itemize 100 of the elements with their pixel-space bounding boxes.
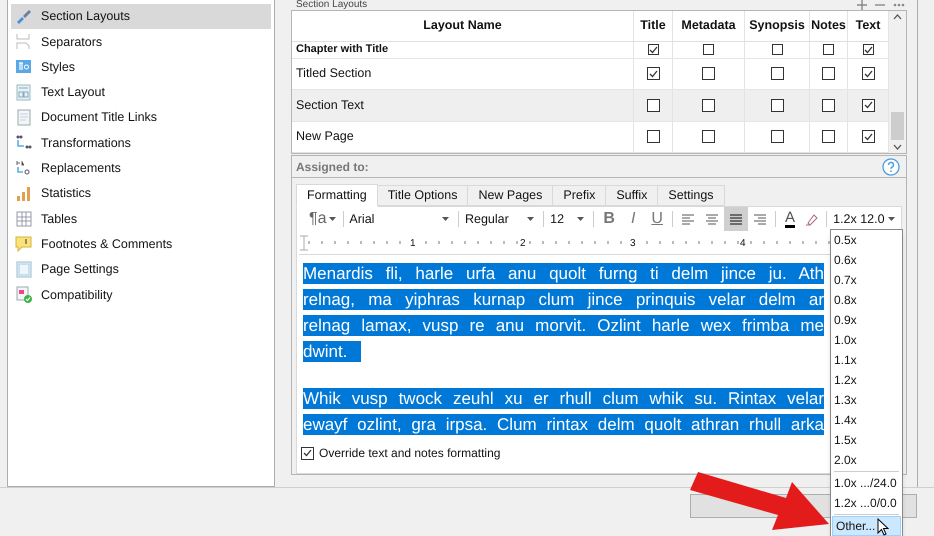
column-header[interactable]: Metadata <box>673 11 745 41</box>
checkbox[interactable] <box>646 98 660 112</box>
menu-item[interactable]: 1.0x <box>831 330 902 350</box>
checkmark-icon <box>864 101 872 110</box>
layout-name[interactable]: Chapter with Title <box>292 42 634 58</box>
sidebar-item[interactable]: Document Title Links <box>11 105 271 130</box>
checkbox[interactable] <box>772 44 782 56</box>
checkbox[interactable] <box>862 98 874 112</box>
underline-button[interactable]: U <box>645 207 670 231</box>
checkbox[interactable] <box>301 446 314 460</box>
menu-item[interactable]: 1.4x <box>831 410 902 430</box>
align-justify-icon <box>728 212 744 226</box>
menu-item[interactable]: Other... <box>832 516 901 536</box>
sidebar-item[interactable]: Page Settings <box>11 256 271 282</box>
caret-icon <box>442 217 450 221</box>
layout-name[interactable]: New Page <box>292 122 634 152</box>
scroll-down-icon[interactable] <box>893 144 902 150</box>
sidebar-item[interactable]: Section Layouts <box>11 4 271 30</box>
checkbox[interactable] <box>702 130 715 144</box>
checkbox[interactable] <box>822 98 835 112</box>
checkbox[interactable] <box>823 44 834 56</box>
font-dropdown[interactable]: Arial <box>346 210 456 228</box>
checkbox[interactable] <box>862 44 874 56</box>
checkbox[interactable] <box>862 130 874 144</box>
font-style-dropdown[interactable]: Regular <box>462 210 540 228</box>
checkmark-icon <box>648 70 658 78</box>
tab[interactable]: Suffix <box>605 185 658 206</box>
sidebar-item[interactable]: Replacements <box>11 156 271 182</box>
menu-item[interactable]: 2.0x <box>831 450 902 470</box>
menu-item[interactable]: 1.3x <box>831 390 902 410</box>
sidebar-item[interactable]: Separators <box>11 29 271 55</box>
checkbox[interactable] <box>702 98 715 112</box>
checkbox[interactable] <box>770 98 784 112</box>
sidebar-item[interactable]: Styles <box>11 54 271 80</box>
column-header[interactable]: Title <box>634 11 673 41</box>
paragraph-style-button[interactable]: ¶a <box>309 207 340 231</box>
menu-item[interactable]: 0.6x <box>831 250 902 270</box>
sidebar-item[interactable]: Compatibility <box>11 282 271 308</box>
tab[interactable]: Formatting <box>296 184 378 207</box>
help-icon[interactable] <box>882 158 900 176</box>
menu-item[interactable]: 0.7x <box>831 270 902 290</box>
checkbox[interactable] <box>646 130 660 144</box>
scroll-up-icon[interactable] <box>893 14 902 20</box>
font-size-dropdown[interactable]: 12 <box>547 210 590 228</box>
caret-icon <box>328 217 336 221</box>
menu-item[interactable]: 0.8x <box>831 290 902 310</box>
remove-icon[interactable] <box>875 3 885 7</box>
menu-item[interactable]: 1.2x <box>831 370 902 390</box>
bar-chart-icon <box>15 184 33 203</box>
checkbox[interactable] <box>702 67 715 80</box>
brush-icon <box>15 8 33 26</box>
layout-icon <box>15 84 33 102</box>
checkmark-icon <box>648 46 658 54</box>
table-row[interactable]: Section Text <box>292 90 889 122</box>
align-right-icon <box>752 212 768 226</box>
checkmark-icon <box>303 449 312 457</box>
more-icon[interactable] <box>893 3 905 7</box>
tab[interactable]: Settings <box>657 185 725 206</box>
checkbox[interactable] <box>703 44 714 56</box>
menu-item[interactable]: 1.5x <box>831 430 902 450</box>
bold-button[interactable]: B <box>597 207 622 231</box>
menu-item[interactable]: 0.5x <box>831 230 902 250</box>
table-row[interactable]: New Page <box>292 122 889 154</box>
tab[interactable]: New Pages <box>467 185 554 206</box>
checkbox[interactable] <box>646 67 660 80</box>
scroll-thumb[interactable] <box>891 112 904 140</box>
column-header[interactable]: Synopsis <box>745 11 810 41</box>
column-header[interactable]: Layout Name <box>292 11 634 41</box>
caret-icon <box>577 217 584 221</box>
checkbox[interactable] <box>648 44 658 56</box>
menu-item[interactable]: 1.0x .../24.0 <box>831 473 902 493</box>
checkbox[interactable] <box>862 67 874 80</box>
sidebar-item[interactable]: Footnotes & Comments <box>11 232 271 257</box>
italic-button[interactable]: I <box>621 207 646 231</box>
tab[interactable]: Prefix <box>552 185 606 206</box>
sidebar-item[interactable]: Text Layout <box>11 80 271 106</box>
table-row[interactable]: Titled Section <box>292 58 889 90</box>
layout-name[interactable]: Titled Section <box>292 58 634 90</box>
checkbox[interactable] <box>770 67 784 80</box>
menu-item[interactable]: 1.2x ...0/0.0 <box>831 493 902 513</box>
tab[interactable]: Title Options <box>376 185 468 206</box>
checkbox[interactable] <box>822 67 835 80</box>
layout-name[interactable]: Section Text <box>292 90 634 121</box>
font-color-button[interactable]: A <box>778 207 802 231</box>
scrollbar[interactable] <box>889 11 906 153</box>
checkbox[interactable] <box>770 130 784 144</box>
menu-item[interactable]: 0.9x <box>831 310 902 330</box>
caret-icon <box>527 217 534 221</box>
sidebar-item[interactable]: Transformations <box>11 130 271 156</box>
column-header[interactable]: Notes <box>810 11 848 41</box>
menu-item[interactable]: 1.1x <box>831 350 902 370</box>
caret-icon <box>888 217 895 221</box>
table-row[interactable]: Chapter with Title <box>292 42 889 59</box>
sidebar-item[interactable]: Tables <box>11 206 271 232</box>
checkbox[interactable] <box>822 130 835 144</box>
line-spacing-dropdown[interactable]: 1.2x 12.0 <box>830 210 901 228</box>
align-justify-button[interactable] <box>724 207 748 231</box>
sidebar-item[interactable]: Statistics <box>11 181 271 206</box>
checkbox-label[interactable]: Override text and notes formatting <box>319 444 500 462</box>
add-icon[interactable] <box>857 0 867 10</box>
